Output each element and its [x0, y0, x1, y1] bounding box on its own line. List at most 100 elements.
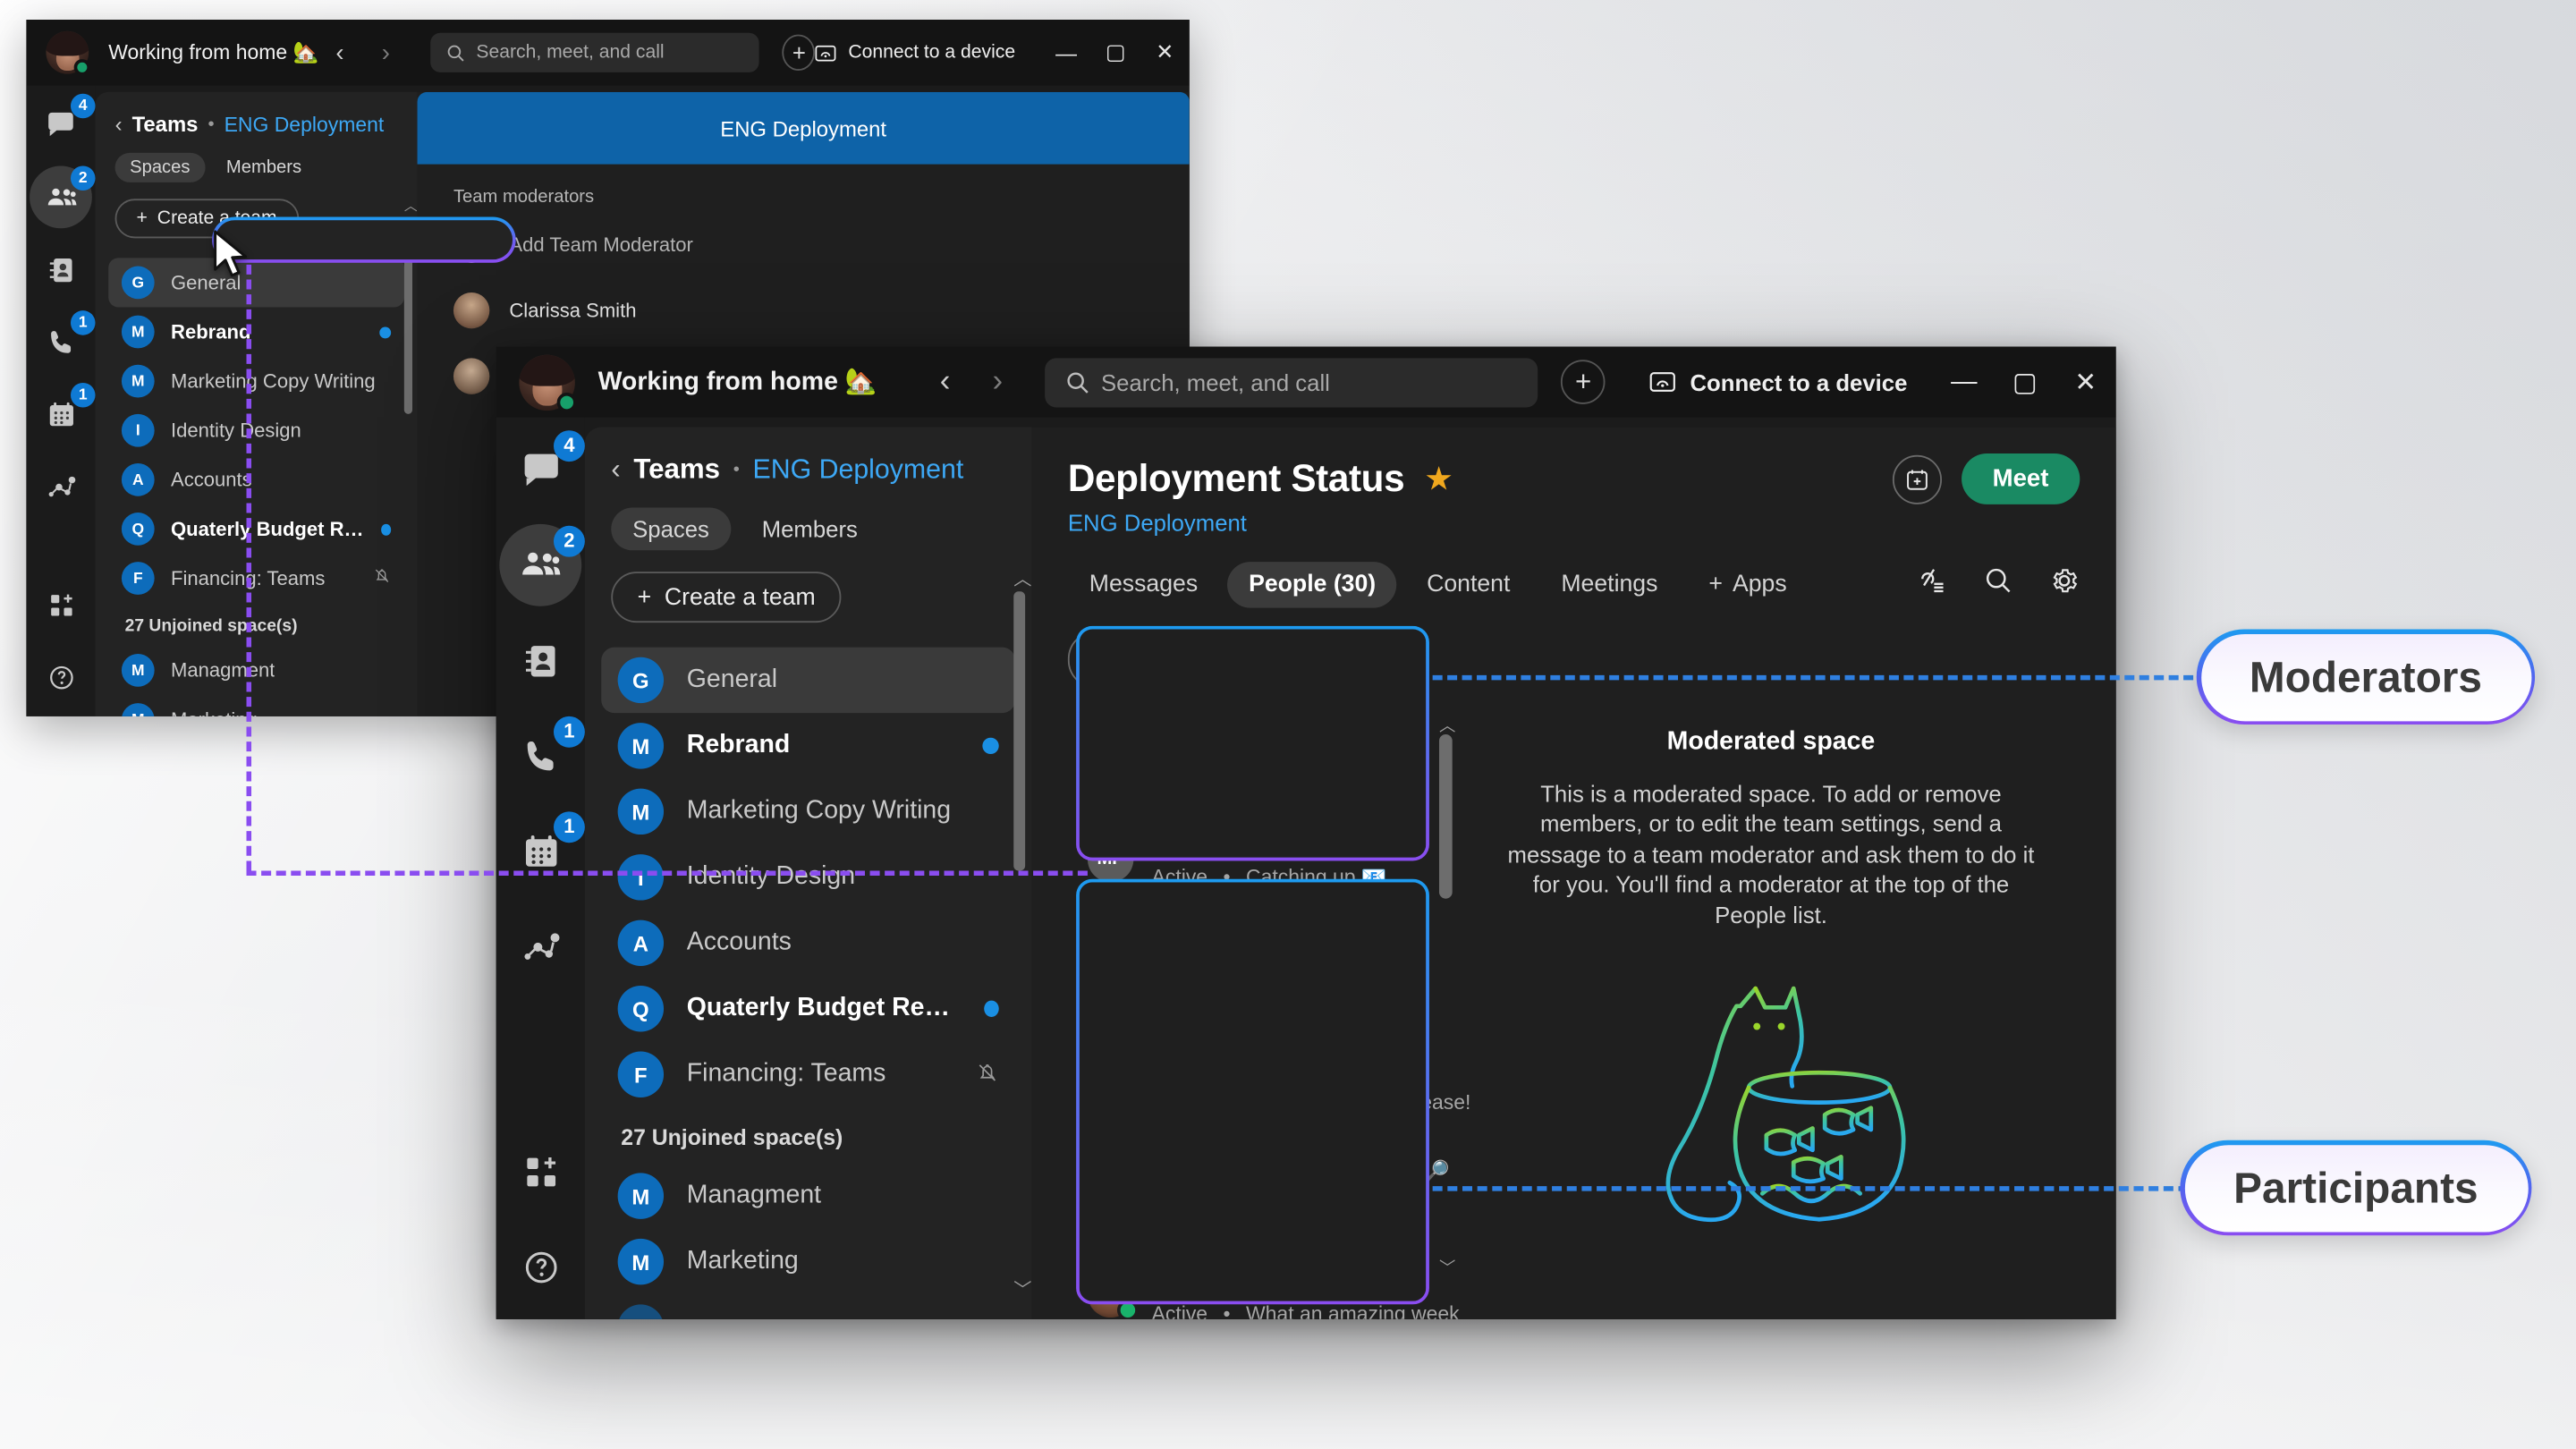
- user-avatar[interactable]: [46, 30, 91, 76]
- people-scrollbar[interactable]: ︿ ﹀: [1438, 711, 1455, 1281]
- nav-back-button[interactable]: ‹: [920, 357, 970, 406]
- spaces-scrollbar[interactable]: ︿ ﹀: [1013, 565, 1031, 1303]
- breadcrumb-back-icon[interactable]: ‹: [115, 112, 123, 137]
- rail-item-teams[interactable]: 2: [30, 165, 96, 229]
- space-item-rebrand[interactable]: M Rebrand: [108, 307, 404, 356]
- scrollbar-thumb[interactable]: [1013, 591, 1026, 871]
- tab-content[interactable]: Content: [1405, 562, 1531, 607]
- tab-spaces[interactable]: Spaces: [611, 507, 731, 551]
- person-row[interactable]: Isabelle Brennan Active • What an amazin…: [1068, 1264, 1460, 1319]
- user-status-text[interactable]: Working from home 🏡: [108, 40, 318, 65]
- rail-item-meetings[interactable]: 1: [38, 382, 96, 436]
- space-item-general[interactable]: G General: [601, 647, 1016, 714]
- tab-members[interactable]: Members: [211, 153, 316, 182]
- scroll-up-icon[interactable]: ︿: [404, 197, 418, 215]
- space-item-identity-design[interactable]: I Identity Design: [601, 844, 1015, 910]
- unjoined-item-marketing[interactable]: M Marketing: [601, 1229, 1015, 1294]
- unjoined-item-managment[interactable]: M Managment: [601, 1163, 1015, 1228]
- nav-forward-button[interactable]: ›: [973, 357, 1022, 406]
- search-input[interactable]: Search, meet, and call: [429, 32, 760, 72]
- breadcrumb-team[interactable]: ENG Deployment: [752, 454, 963, 486]
- rail-item-help[interactable]: [38, 654, 83, 699]
- space-item-general[interactable]: G General: [108, 258, 404, 308]
- breadcrumb-back-icon[interactable]: ‹: [611, 453, 620, 487]
- rail-item-calling[interactable]: 1: [511, 716, 585, 785]
- rail-item-apps[interactable]: [38, 581, 83, 627]
- rail-item-teams[interactable]: 2: [499, 523, 585, 606]
- create-team-button[interactable]: + Create a team: [611, 572, 843, 623]
- space-item-financing-teams[interactable]: F Financing: Teams: [601, 1041, 1015, 1106]
- search-input[interactable]: Search, meet, and call: [1045, 357, 1538, 407]
- user-avatar[interactable]: [519, 353, 577, 412]
- space-item-accounts[interactable]: A Accounts: [601, 911, 1015, 976]
- scroll-up-icon[interactable]: ︿: [1013, 565, 1031, 591]
- minimize-button[interactable]: —: [1041, 20, 1090, 85]
- space-item-quaterly-budget-reviews[interactable]: Q Quaterly Budget Reviews: [108, 504, 404, 554]
- tab-apps[interactable]: + Apps: [1687, 562, 1808, 607]
- space-item-rebrand[interactable]: M Rebrand: [601, 713, 1015, 778]
- add-team-moderator-row[interactable]: Add Team Moderator: [453, 226, 1190, 263]
- meet-button[interactable]: Meet: [1961, 453, 2080, 504]
- person-row[interactable]: MP Matt Park Active • Catching up 📧: [1068, 827, 1426, 899]
- person-row[interactable]: Matthew Baker Do Not Disturb until 2PM: [1068, 899, 1426, 969]
- tab-people[interactable]: People (30): [1227, 562, 1398, 608]
- space-item-quaterly-budget-reviews[interactable]: Q Quaterly Budget Reviews: [601, 976, 1015, 1041]
- maximize-button[interactable]: ▢: [1091, 20, 1140, 85]
- connect-to-device-button[interactable]: Connect to a device: [1649, 369, 1907, 395]
- person-row[interactable]: Umar Patel In a meeting • Researching 🔎: [1068, 1122, 1450, 1193]
- scrollbar-thumb[interactable]: [1438, 734, 1453, 899]
- rail-item-contacts[interactable]: [38, 247, 83, 292]
- unjoined-item-marketing[interactable]: M Marketing: [108, 695, 404, 716]
- user-status-text[interactable]: Working from home 🏡: [598, 367, 877, 398]
- create-team-button[interactable]: + Create a team: [114, 199, 299, 239]
- space-item-accounts[interactable]: A Accounts: [108, 455, 404, 504]
- parent-team-link[interactable]: ENG Deployment: [1068, 509, 2080, 535]
- search-icon[interactable]: [1983, 565, 2014, 605]
- unjoined-item-partial[interactable]: [601, 1294, 1015, 1319]
- person-row[interactable]: Emily Nakagawa In a meeting • Ready for …: [1068, 1052, 1470, 1122]
- tab-meetings[interactable]: Meetings: [1539, 562, 1679, 607]
- spaces-scrollbar[interactable]: ︿: [403, 197, 418, 699]
- minimize-button[interactable]: —: [1934, 347, 1995, 418]
- space-item-marketing-copy-writing[interactable]: M Marketing Copy Writing: [108, 357, 404, 406]
- rail-item-help[interactable]: [511, 1237, 570, 1296]
- space-item-identity-design[interactable]: I Identity Design: [108, 406, 404, 455]
- new-item-button[interactable]: +: [1561, 360, 1606, 404]
- rail-item-messaging[interactable]: 4: [511, 430, 585, 499]
- close-button[interactable]: ✕: [1140, 20, 1190, 85]
- rail-item-messaging[interactable]: 4: [38, 93, 96, 148]
- space-item-financing-teams[interactable]: F Financing: Teams: [108, 554, 404, 603]
- space-item-marketing-copy-writing[interactable]: M Marketing Copy Writing: [601, 779, 1015, 844]
- tab-spaces[interactable]: Spaces: [114, 152, 206, 182]
- scrollbar-thumb[interactable]: [403, 216, 413, 414]
- person-row[interactable]: Clarissa Smith Active • Happy Friday! 🎉: [1068, 756, 1426, 827]
- scroll-up-icon[interactable]: ︿: [1439, 711, 1455, 736]
- new-item-button[interactable]: +: [783, 34, 816, 71]
- team-moderator-row[interactable]: Clarissa Smith: [453, 292, 1190, 329]
- add-people-button[interactable]: Add people: [1067, 631, 1287, 689]
- tab-messages[interactable]: Messages: [1068, 562, 1219, 607]
- maximize-button[interactable]: ▢: [1995, 347, 2055, 418]
- breadcrumb-team[interactable]: ENG Deployment: [225, 113, 385, 136]
- person-row[interactable]: Darren Owens In a call: [1068, 1193, 1426, 1263]
- whiteboard-icon[interactable]: [1917, 565, 1948, 605]
- connect-to-device-button[interactable]: Connect to a device: [816, 43, 1015, 63]
- rail-item-contacts[interactable]: [511, 631, 570, 690]
- breadcrumb-root[interactable]: Teams: [132, 112, 199, 137]
- favorite-star-icon[interactable]: ★: [1424, 458, 1453, 499]
- rail-item-apps[interactable]: [511, 1142, 570, 1201]
- scroll-down-icon[interactable]: ﹀: [1439, 1253, 1455, 1278]
- close-button[interactable]: ✕: [2055, 347, 2116, 418]
- unjoined-item-managment[interactable]: M Managment: [108, 646, 404, 695]
- nav-forward-button[interactable]: ›: [365, 31, 408, 74]
- schedule-meeting-button[interactable]: [1892, 453, 1942, 504]
- rail-item-insights[interactable]: [38, 463, 83, 509]
- rail-item-insights[interactable]: [511, 917, 570, 976]
- nav-back-button[interactable]: ‹: [318, 31, 361, 74]
- foreground-app-window[interactable]: Working from home 🏡 ‹ › Search, meet, an…: [496, 346, 2116, 1319]
- breadcrumb-root[interactable]: Teams: [633, 453, 720, 487]
- tab-members[interactable]: Members: [741, 508, 879, 551]
- scroll-down-icon[interactable]: ﹀: [1013, 1276, 1031, 1302]
- gear-icon[interactable]: [2048, 565, 2080, 605]
- rail-item-calling[interactable]: 1: [38, 310, 96, 364]
